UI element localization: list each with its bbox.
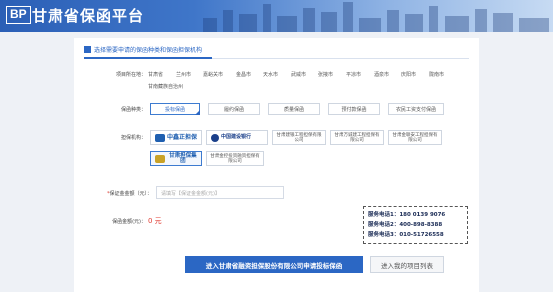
institution-ccb[interactable]: 中国建设银行	[206, 130, 268, 145]
apply-bid-guarantee-button[interactable]: 进入甘肃省融资担保股份有限公司申请投标保函	[185, 256, 363, 273]
guarantee-type-label: 保函种类：	[120, 107, 146, 113]
section-title: 选择需要申请的保函种类和保函担保机构	[94, 47, 203, 54]
guarantee-type-wage[interactable]: 农民工资支付保函	[388, 103, 444, 115]
institution-jinkong[interactable]: 甘肃金控投资融资担保有限公司	[206, 151, 264, 166]
zhongxin-logo-icon	[155, 133, 165, 142]
institution-jinlian[interactable]: 甘肃金联安工程担保有限公司	[388, 130, 442, 145]
institution-name: 甘肃担保集团	[169, 152, 197, 164]
institution-gansu-guarantee-group[interactable]: 甘肃担保集团	[150, 151, 202, 166]
region-label: 项目所在地：	[115, 72, 146, 78]
city-option[interactable]: 天水市	[263, 71, 278, 78]
service-phone-2: 服务电话2：400-898-8388	[368, 222, 443, 228]
institution-jianyin[interactable]: 甘肃建银工程担保有限公司	[272, 130, 326, 145]
fee-label: 保函金额(元)：	[112, 219, 146, 225]
city-option[interactable]: 兰州市	[176, 71, 191, 78]
amount-label: *保证金金额（元）：	[88, 190, 152, 197]
city-option[interactable]: 甘肃省	[148, 71, 163, 78]
city-option[interactable]: 酒泉市	[374, 71, 389, 78]
amount-label-text: 保证金金额（元）：	[109, 191, 152, 197]
section-square-icon	[84, 46, 91, 53]
section-header: 选择需要申请的保函种类和保函担保机构	[84, 45, 202, 54]
guarantee-type-performance[interactable]: 履约保函	[208, 103, 260, 115]
institution-name: 中国建设银行	[221, 134, 252, 140]
institution-name: 中鑫正担保	[167, 134, 198, 141]
city-option[interactable]: 平凉市	[346, 71, 361, 78]
ccb-logo-icon	[211, 133, 219, 142]
city-option[interactable]: 甘南藏族自治州	[148, 83, 183, 90]
guarantee-type-quality[interactable]: 质量保函	[268, 103, 320, 115]
institution-wancheng[interactable]: 甘肃万诚建工程担保有限公司	[330, 130, 384, 145]
fee-value: 0 元	[148, 217, 162, 225]
city-option[interactable]: 张掖市	[318, 71, 333, 78]
guarantee-type-advance[interactable]: 预付款保函	[328, 103, 380, 115]
city-option[interactable]: 金昌市	[236, 71, 251, 78]
section-divider	[84, 57, 469, 59]
site-logo: BP	[6, 6, 31, 24]
application-card: 选择需要申请的保函种类和保函担保机构 项目所在地： 甘肃省 兰州市 嘉峪关市 金…	[74, 38, 479, 292]
contact-box: 服务电话1：180 0139 9076 服务电话2：400-898-8388 服…	[363, 206, 468, 244]
guarantee-type-bid[interactable]: 投标保函	[150, 103, 200, 115]
top-banner: BP 甘肃省保函平台	[0, 0, 553, 32]
institution-label: 担保机构：	[120, 135, 146, 141]
gansu-group-logo-icon	[155, 154, 165, 163]
my-projects-button[interactable]: 进入我的项目列表	[370, 256, 444, 273]
city-option[interactable]: 嘉峪关市	[203, 71, 223, 78]
city-option[interactable]: 庆阳市	[401, 71, 416, 78]
service-phone-1: 服务电话1：180 0139 9076	[368, 212, 446, 218]
city-option[interactable]: 陇南市	[429, 71, 444, 78]
service-phone-3: 服务电话3：010-51726558	[368, 232, 444, 238]
institution-zhongxin[interactable]: 中鑫正担保	[150, 130, 202, 145]
deposit-amount-input[interactable]: 请填写【保证金金额(元)】	[156, 186, 284, 199]
city-skyline-image	[203, 2, 549, 32]
city-option[interactable]: 武威市	[291, 71, 306, 78]
site-title: 甘肃省保函平台	[32, 7, 145, 25]
